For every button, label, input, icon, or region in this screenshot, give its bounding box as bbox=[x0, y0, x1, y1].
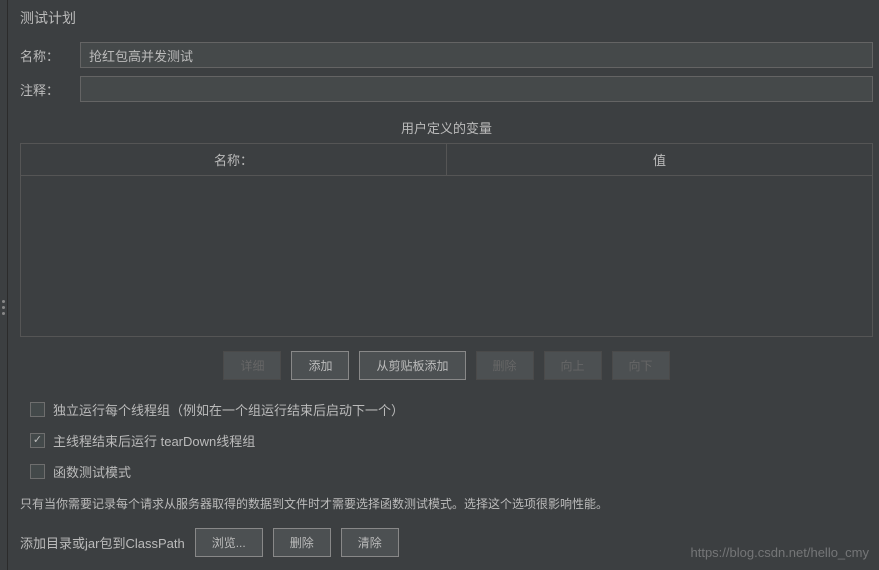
left-rail bbox=[0, 0, 8, 570]
info-text: 只有当你需要记录每个请求从服务器取得的数据到文件时才需要选择函数测试模式。选择这… bbox=[14, 487, 879, 524]
functional-checkbox[interactable] bbox=[30, 464, 45, 479]
comment-input[interactable] bbox=[80, 76, 873, 102]
add-clipboard-button[interactable]: 从剪贴板添加 bbox=[359, 351, 465, 380]
up-button[interactable]: 向上 bbox=[544, 351, 602, 380]
delete-button[interactable]: 删除 bbox=[476, 351, 534, 380]
main-panel: 测试计划 名称： 注释： 用户定义的变量 名称： 值 详细 添加 从剪贴板添加 … bbox=[14, 0, 879, 561]
page-title: 测试计划 bbox=[14, 0, 879, 38]
down-button[interactable]: 向下 bbox=[612, 351, 670, 380]
independent-row: 独立运行每个线程组（例如在一个组运行结束后启动下一个） bbox=[14, 394, 879, 425]
teardown-label: 主线程结束后运行 tearDown线程组 bbox=[53, 431, 255, 450]
functional-row: 函数测试模式 bbox=[14, 456, 879, 487]
teardown-row: 主线程结束后运行 tearDown线程组 bbox=[14, 425, 879, 456]
detail-button[interactable]: 详细 bbox=[223, 351, 281, 380]
functional-label: 函数测试模式 bbox=[53, 462, 131, 481]
clear-button[interactable]: 清除 bbox=[341, 528, 399, 557]
teardown-checkbox[interactable] bbox=[30, 433, 45, 448]
classpath-delete-button[interactable]: 删除 bbox=[273, 528, 331, 557]
drag-handle-icon[interactable] bbox=[2, 300, 5, 315]
name-row: 名称： bbox=[14, 38, 879, 72]
variables-table: 名称： 值 bbox=[20, 143, 873, 337]
browse-button[interactable]: 浏览... bbox=[195, 528, 263, 557]
table-header: 名称： 值 bbox=[21, 144, 872, 176]
watermark: https://blog.csdn.net/hello_cmy bbox=[691, 545, 870, 560]
table-buttons: 详细 添加 从剪贴板添加 删除 向上 向下 bbox=[14, 337, 879, 394]
comment-label: 注释： bbox=[20, 80, 70, 99]
table-body[interactable] bbox=[21, 176, 872, 336]
col-header-name[interactable]: 名称： bbox=[21, 144, 447, 175]
name-input[interactable] bbox=[80, 42, 873, 68]
col-header-value[interactable]: 值 bbox=[447, 144, 872, 175]
add-button[interactable]: 添加 bbox=[291, 351, 349, 380]
comment-row: 注释： bbox=[14, 72, 879, 106]
independent-checkbox[interactable] bbox=[30, 402, 45, 417]
name-label: 名称： bbox=[20, 46, 70, 65]
classpath-label: 添加目录或jar包到ClassPath bbox=[20, 533, 185, 552]
variables-section-title: 用户定义的变量 bbox=[14, 106, 879, 143]
independent-label: 独立运行每个线程组（例如在一个组运行结束后启动下一个） bbox=[53, 400, 404, 419]
